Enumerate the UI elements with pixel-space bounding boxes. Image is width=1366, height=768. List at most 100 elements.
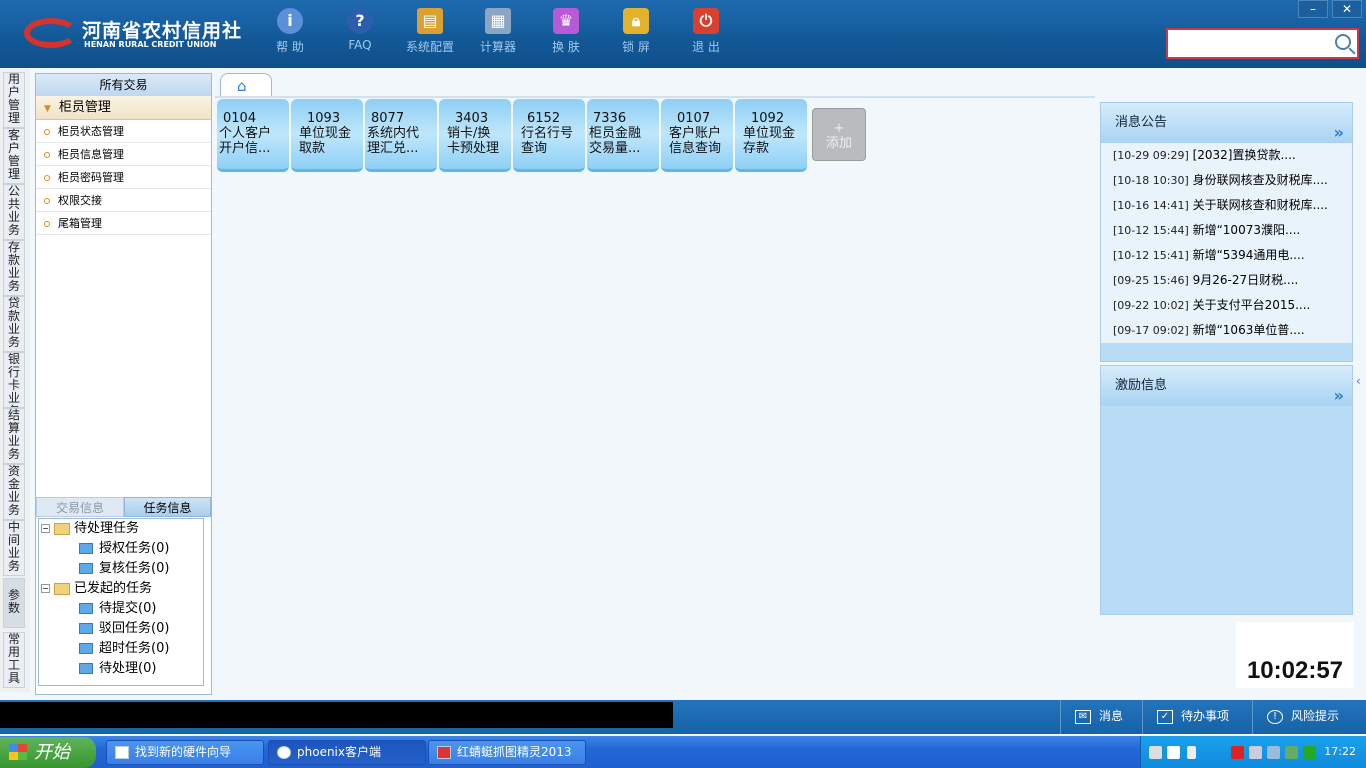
logo-mark-icon	[24, 18, 78, 48]
search-input[interactable]	[1168, 30, 1328, 57]
tile-3403[interactable]: 3403 销卡/换 卡预处理	[439, 99, 511, 172]
tree-node-auth-tasks[interactable]: 授权任务(0)	[79, 539, 169, 559]
tab-user-management[interactable]: 用户管理	[3, 72, 25, 128]
menu-group-teller-management[interactable]: ▼ 柜员管理	[36, 96, 211, 120]
calculator-button[interactable]: ▦ 计算器	[468, 8, 528, 62]
help-button[interactable]: i 帮 助	[260, 8, 320, 62]
security-icon[interactable]	[1285, 746, 1298, 759]
search-box[interactable]	[1166, 28, 1359, 59]
tab-intermediary-business[interactable]: 中间业务	[3, 520, 25, 576]
tree-node-timeout[interactable]: 超时任务(0)	[79, 639, 169, 659]
notice-item[interactable]: [10-18 10:30] 身份联网核查及财税库....	[1101, 168, 1352, 193]
notice-item[interactable]: [10-16 14:41] 关于联网核查和财税库....	[1101, 193, 1352, 218]
tile-label-line2: 开户信...	[219, 141, 271, 156]
window-icon	[115, 746, 129, 759]
expand-chevron-icon[interactable]: »	[1334, 113, 1344, 153]
tab-parameters[interactable]: 参数	[3, 578, 25, 628]
tile-1092[interactable]: 1092 单位现金 存款	[735, 99, 807, 172]
tile-label-line2: 查询	[521, 141, 548, 156]
close-button[interactable]: ✕	[1332, 0, 1362, 18]
menu-group-label: 柜员管理	[58, 100, 111, 115]
keyboard-icon[interactable]	[1149, 746, 1162, 759]
tab-settlement-business[interactable]: 结算业务	[3, 408, 25, 464]
display-icon[interactable]	[1267, 746, 1280, 759]
notice-text: 新增“10073濮阳....	[1192, 223, 1301, 237]
tree-node-label: 超时任务(0)	[99, 641, 170, 656]
tab-customer-management[interactable]: 客户管理	[3, 128, 25, 184]
toolbox-icon: ▤	[417, 8, 443, 34]
menu-item-cash-box[interactable]: 尾箱管理	[36, 212, 211, 235]
lock-screen-button[interactable]: 🔒︎ 锁 屏	[606, 8, 666, 62]
search-icon[interactable]	[1335, 34, 1351, 50]
input-method-icon[interactable]	[1187, 746, 1196, 759]
tree-node-review-tasks[interactable]: 复核任务(0)	[79, 559, 169, 579]
tree-node-rejected[interactable]: 驳回任务(0)	[79, 619, 169, 639]
taskbar-item-hardware-wizard[interactable]: 找到新的硬件向导	[106, 740, 264, 765]
tree-node-to-process[interactable]: 待处理(0)	[79, 659, 156, 679]
notice-item[interactable]: [10-12 15:41] 新增“5394通用电....	[1101, 243, 1352, 268]
network-icon[interactable]	[1249, 746, 1262, 759]
taskbar-item-screenshot-tool[interactable]: 红蜻蜓抓图精灵2013	[428, 740, 586, 765]
exit-label: 退 出	[692, 40, 720, 54]
antivirus-icon[interactable]	[1303, 746, 1316, 759]
tray-clock: 17:22	[1324, 745, 1356, 758]
notice-item[interactable]: [10-12 15:44] 新增“10073濮阳....	[1101, 218, 1352, 243]
calculator-icon: ▦	[485, 8, 511, 34]
collapse-icon[interactable]: −	[41, 524, 50, 533]
screenshot-tray-icon[interactable]	[1231, 746, 1244, 759]
tab-loan-business[interactable]: 贷款业务	[3, 296, 25, 352]
collapse-icon[interactable]: −	[41, 584, 50, 593]
all-transactions-header[interactable]: 所有交易	[36, 74, 211, 96]
tile-label-line1: 柜员金融	[589, 126, 642, 141]
tree-node-to-submit[interactable]: 待提交(0)	[79, 599, 156, 619]
menu-item-teller-password[interactable]: 柜员密码管理	[36, 166, 211, 189]
tile-0104[interactable]: 0104 个人客户 开户信...	[217, 99, 289, 172]
tab-common-tools[interactable]: 常用工具	[3, 632, 25, 688]
tree-node-pending-tasks[interactable]: − 待处理任务	[41, 519, 139, 539]
system-config-button[interactable]: ▤ 系统配置	[400, 8, 460, 62]
tab-home[interactable]: ⌂	[220, 73, 272, 97]
help-tray-icon[interactable]	[1167, 746, 1180, 759]
tab-fund-business[interactable]: 资金业务	[3, 464, 25, 520]
clock: 10:02:57	[1236, 622, 1354, 688]
menu-item-permission-handover[interactable]: 权限交接	[36, 189, 211, 212]
risk-alert-button[interactable]: ! 风险提示	[1252, 700, 1366, 734]
collapse-right-icon[interactable]: ‹	[1356, 374, 1361, 388]
add-tile-button[interactable]: + 添加	[812, 108, 866, 161]
tile-6152[interactable]: 6152 行名行号 查询	[513, 99, 585, 172]
tile-7336[interactable]: 7336 柜员金融 交易量...	[587, 99, 659, 172]
incentive-panel: 激励信息 »	[1100, 365, 1353, 615]
faq-button[interactable]: ? FAQ	[330, 8, 390, 62]
logo: 河南省农村信用社 HENAN RURAL CREDIT UNION	[24, 14, 241, 54]
menu-item-teller-status[interactable]: 柜员状态管理	[36, 120, 211, 143]
skin-button[interactable]: ♛ 换 肤	[536, 8, 596, 62]
menu-item-teller-info[interactable]: 柜员信息管理	[36, 143, 211, 166]
tile-8077[interactable]: 8077 系统内代 理汇兑...	[365, 99, 437, 172]
expand-chevron-icon[interactable]: »	[1334, 376, 1344, 416]
tab-bank-card-business[interactable]: 银行卡业务	[3, 352, 25, 408]
shirt-icon: ♛	[553, 8, 579, 34]
tab-divider	[215, 96, 1095, 98]
tree-node-label: 待处理(0)	[99, 661, 157, 676]
tile-1093[interactable]: 1093 单位现金 取款	[291, 99, 363, 172]
info-tabs: 交易信息 任务信息	[36, 497, 211, 517]
tab-task-info[interactable]: 任务信息	[124, 497, 211, 517]
notice-item[interactable]: [09-25 15:46] 9月26-27日财税....	[1101, 268, 1352, 293]
tab-public-business[interactable]: 公共业务	[3, 184, 25, 240]
lock-screen-label: 锁 屏	[622, 40, 650, 54]
taskbar-item-phoenix[interactable]: phoenix客户端	[268, 740, 426, 765]
tab-transaction-info[interactable]: 交易信息	[36, 497, 124, 517]
minimize-button[interactable]: –	[1298, 0, 1328, 18]
tab-deposit-business[interactable]: 存款业务	[3, 240, 25, 296]
tile-0107[interactable]: 0107 客户账户 信息查询	[661, 99, 733, 172]
tree-node-initiated-tasks[interactable]: − 已发起的任务	[41, 579, 152, 599]
todo-button[interactable]: ✓ 待办事项	[1142, 700, 1250, 734]
notice-date: [10-12 15:41]	[1113, 249, 1189, 262]
messages-button[interactable]: ✉ 消息	[1060, 700, 1140, 734]
notice-item[interactable]: [09-22 10:02] 关于支付平台2015....	[1101, 293, 1352, 318]
exit-button[interactable]: ⏻ 退 出	[676, 8, 736, 62]
notice-item[interactable]: [10-29 09:29] [2032]置换贷款....	[1101, 143, 1352, 168]
notice-item[interactable]: [09-17 09:02] 新增“1063单位普....	[1101, 318, 1352, 343]
notice-date: [10-16 14:41]	[1113, 199, 1189, 212]
start-button[interactable]: 开始	[0, 737, 96, 768]
